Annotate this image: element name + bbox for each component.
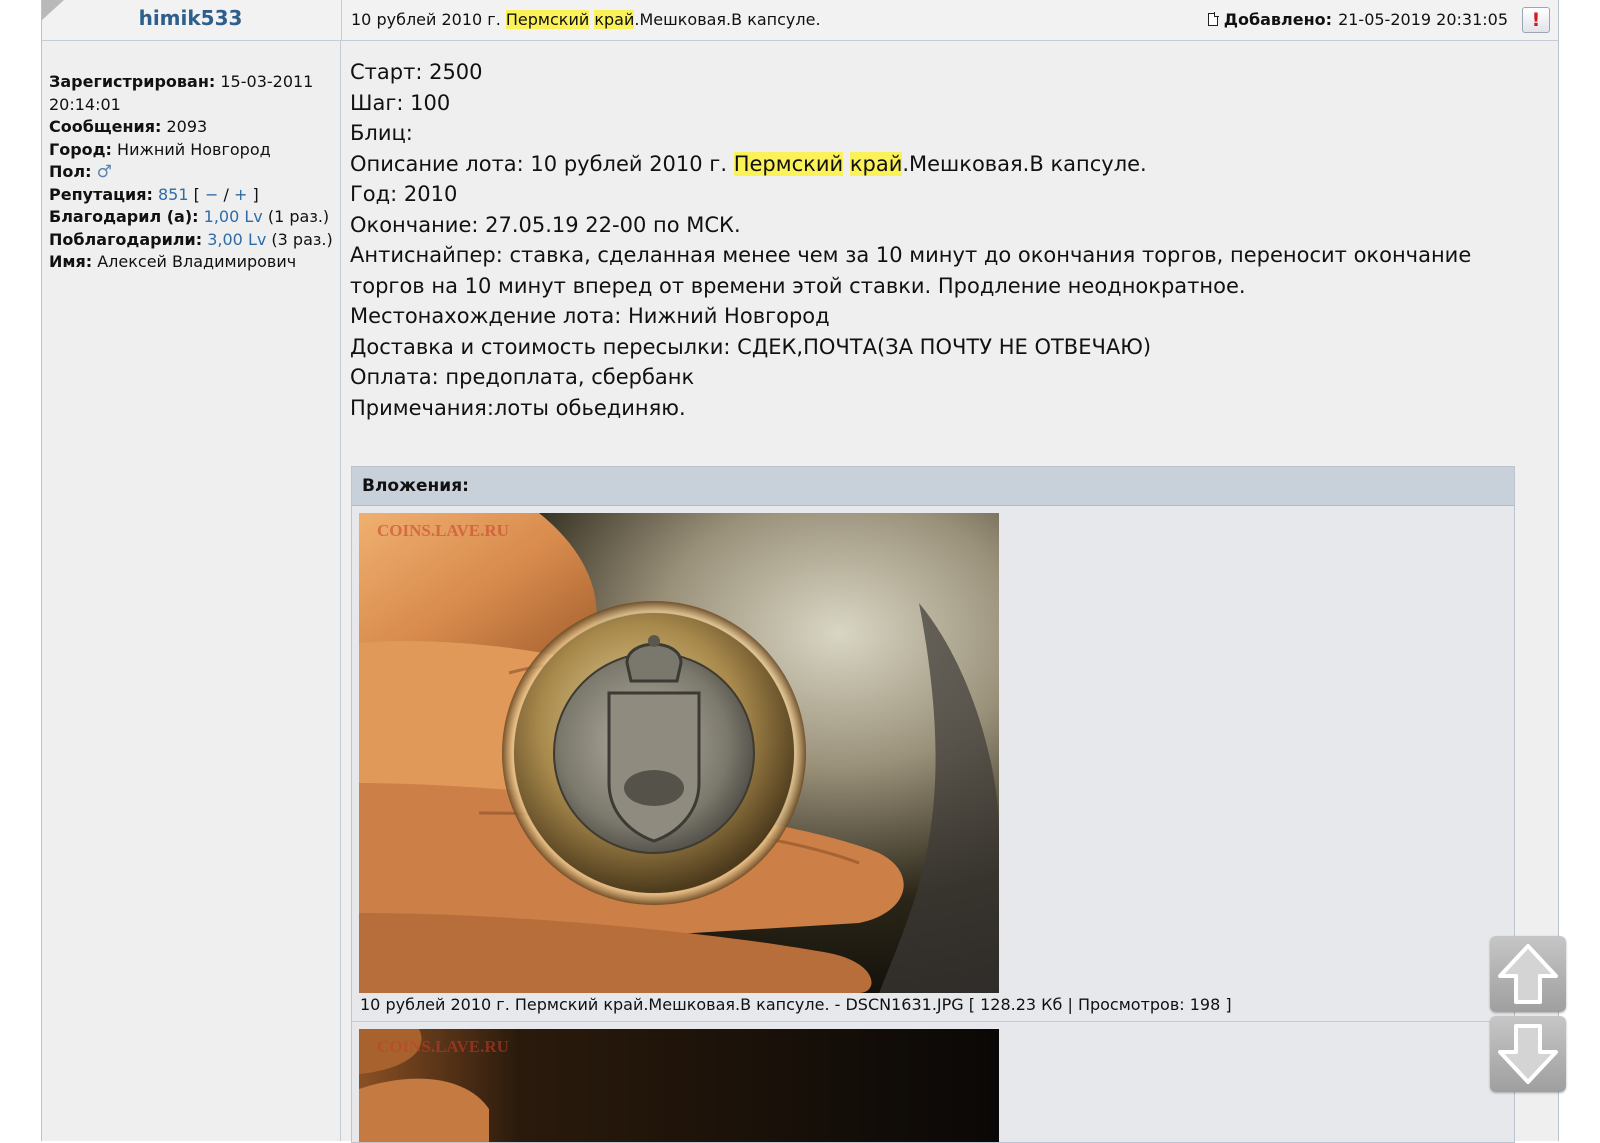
- reputation-slash: /: [223, 184, 229, 204]
- attachment-photo-2[interactable]: COINS.LAVE.RU: [359, 1029, 999, 1142]
- posted-date: 21-05-2019 20:31:05: [1338, 10, 1508, 29]
- thanked-note: (1 раз.): [267, 207, 330, 226]
- gender-label: Пол:: [49, 162, 92, 181]
- header-divider: [341, 0, 342, 40]
- line-location: Местонахождение лота: Нижний Новгород: [350, 304, 830, 328]
- thanked-by-label: Поблагодарили:: [49, 229, 203, 249]
- reputation-bracket-close: ]: [252, 184, 259, 204]
- reputation-value-link[interactable]: 851: [158, 185, 189, 204]
- report-button[interactable]: !: [1522, 7, 1550, 33]
- coin-photo-1: [359, 513, 999, 993]
- registered-label: Зарегистрирован:: [49, 72, 216, 91]
- profile-name: Имя: Алексей Владимирович: [49, 251, 334, 274]
- desc-space: [843, 152, 850, 176]
- line-blitz: Блиц:: [350, 121, 413, 145]
- line-delivery: Доставка и стоимость пересылки: СДЕК,ПОЧ…: [350, 334, 1152, 359]
- line-antisniper: Антиснайпер: ставка, сделанная менее чем…: [350, 243, 1472, 298]
- line-start: Старт: 2500: [350, 60, 483, 84]
- line-description: Описание лота: 10 рублей 2010 г. Пермски…: [350, 149, 1540, 180]
- line-payment: Оплата: предоплата, сбербанк: [350, 365, 695, 389]
- desc-highlight-2: край: [849, 151, 903, 176]
- male-icon: ♂: [96, 162, 112, 182]
- profile-gender: Пол: ♂: [49, 161, 334, 184]
- posted-label: Добавлено:: [1223, 10, 1333, 29]
- attachments-box: Вложения: COINS.LAVE.RU 10 рублей 2010 г…: [351, 466, 1515, 1143]
- author-sidebar: Зарегистрирован: 15-03-2011 20:14:01 Соо…: [42, 41, 341, 1141]
- profile-city: Город: Нижний Новгород: [49, 139, 334, 162]
- post-header: himik533 10 рублей 2010 г. Пермский край…: [42, 0, 1558, 41]
- messages-value: 2093: [166, 117, 208, 136]
- profile-registered: Зарегистрирован: 15-03-2011 20:14:01: [49, 71, 334, 116]
- profile-messages: Сообщения: 2093: [49, 116, 334, 139]
- line-notes: Примечания:лоты обьединяю.: [350, 395, 686, 420]
- subject-highlight-2: край: [594, 10, 635, 29]
- desc-suffix: .Мешковая.В капсуле.: [902, 151, 1147, 176]
- thanked-by-note: (3 раз.): [271, 229, 333, 249]
- reputation-plus-link[interactable]: +: [234, 185, 247, 204]
- author-name-link[interactable]: himik533: [42, 6, 339, 30]
- profile-thanked: Благодарил (а): 1,00 Lv (1 раз.): [49, 206, 334, 229]
- line-step: Шаг: 100: [350, 90, 451, 115]
- reputation-label: Репутация:: [49, 184, 153, 204]
- scroll-down-button[interactable]: [1490, 1016, 1566, 1092]
- messages-label: Сообщения:: [49, 117, 162, 136]
- arrow-up-icon: [1498, 944, 1558, 1004]
- reputation-bracket-open: [: [193, 184, 200, 204]
- posted-info: Добавлено: 21-05-2019 20:31:05: [1207, 10, 1508, 29]
- arrow-down-icon: [1498, 1024, 1558, 1084]
- name-value: Алексей Владимирович: [97, 252, 297, 271]
- subject-text-2: .Мешковая.В капсуле.: [634, 10, 821, 29]
- city-label: Город:: [49, 139, 112, 159]
- post-body: Старт: 2500 Шаг: 100 Блиц: Описание лота…: [350, 57, 1540, 423]
- attachments-title: Вложения:: [352, 467, 1514, 506]
- attachment-photo-1[interactable]: COINS.LAVE.RU: [359, 513, 999, 993]
- profile-thanked-by: Поблагодарили: 3,00 Lv (3 раз.): [49, 229, 334, 252]
- photo-watermark-1: COINS.LAVE.RU: [377, 521, 509, 540]
- attachment-divider: [352, 1021, 1514, 1022]
- attachment-caption-1: 10 рублей 2010 г. Пермский край.Мешковая…: [360, 995, 1232, 1014]
- photo-watermark-2: COINS.LAVE.RU: [377, 1037, 509, 1056]
- thanked-label: Благодарил (а):: [49, 207, 199, 226]
- post-subject: 10 рублей 2010 г. Пермский край.Мешковая…: [351, 10, 821, 29]
- subject-highlight-1: Пермский: [505, 10, 590, 29]
- line-ending: Окончание: 27.05.19 22-00 по МСК.: [350, 212, 741, 237]
- forum-post: himik533 10 рублей 2010 г. Пермский край…: [41, 0, 1559, 1143]
- line-year: Год: 2010: [350, 182, 458, 206]
- author-profile: Зарегистрирован: 15-03-2011 20:14:01 Соо…: [49, 71, 334, 274]
- thanked-value-link[interactable]: 1,00 Lv: [204, 207, 263, 226]
- thanked-by-value-link[interactable]: 3,00 Lv: [207, 230, 266, 249]
- subject-text-1: 10 рублей 2010 г.: [351, 10, 506, 29]
- scroll-up-button[interactable]: [1490, 936, 1566, 1012]
- name-label: Имя:: [49, 252, 93, 271]
- reputation-minus-link[interactable]: −: [205, 185, 218, 204]
- profile-reputation: Репутация: 851 [ − / + ]: [49, 184, 334, 207]
- city-value: Нижний Новгород: [117, 139, 271, 159]
- post-link-icon[interactable]: [1207, 12, 1219, 26]
- desc-prefix: Описание лота: 10 рублей 2010 г.: [350, 151, 734, 176]
- desc-highlight-1: Пермский: [733, 151, 844, 176]
